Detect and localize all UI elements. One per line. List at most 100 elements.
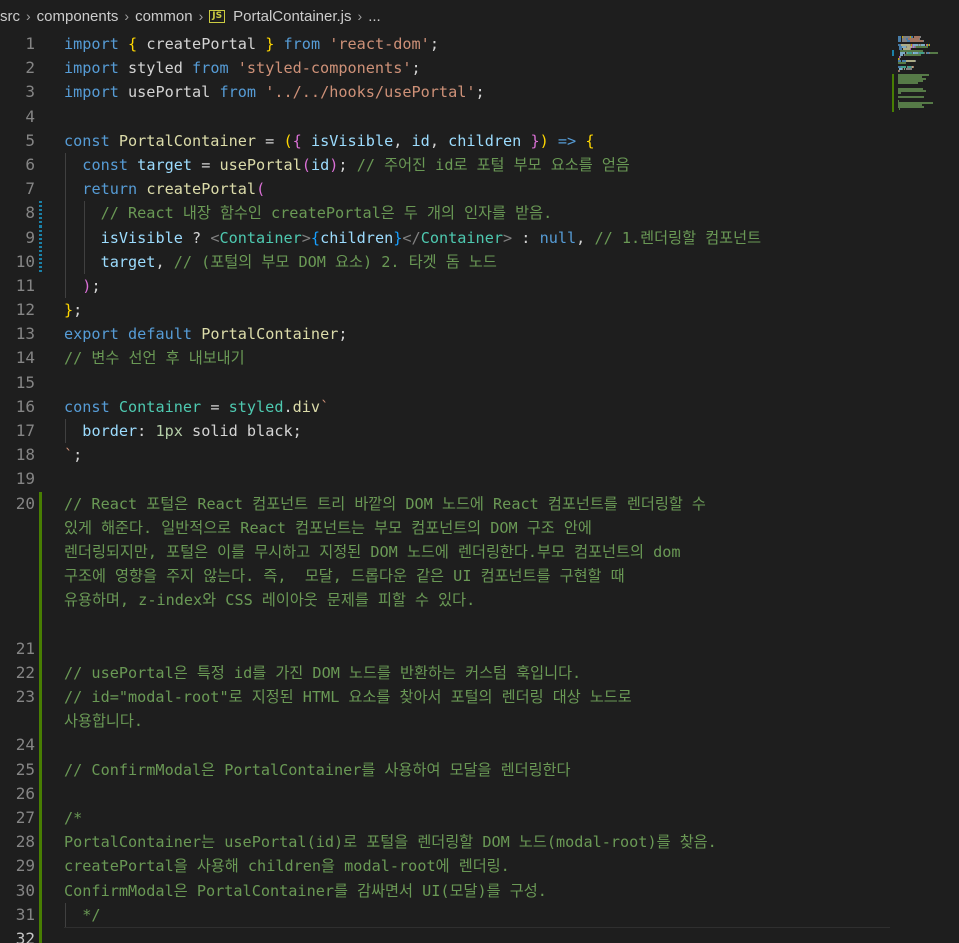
code-line[interactable]: 12};	[0, 298, 890, 322]
code-text: 사용합니다.	[64, 709, 143, 733]
diff-indicator-added[interactable]	[39, 612, 42, 637]
code-line[interactable]: 6 const target = usePortal(id); // 주어진 i…	[0, 152, 890, 178]
diff-indicator-added[interactable]	[39, 781, 42, 806]
code-line[interactable]: 18 `;	[0, 443, 890, 467]
code-token: target	[137, 155, 193, 174]
code-token: 사용합니다.	[64, 712, 144, 731]
code-line[interactable]: 29 createPortal을 사용해 children을 modal-root…	[0, 854, 890, 879]
code-token: from	[192, 59, 229, 78]
code-line[interactable]: 7 return createPortal(	[0, 177, 890, 202]
code-line[interactable]: 14 // 변수 선언 후 내보내기	[0, 346, 890, 370]
code-line[interactable]: 4	[0, 105, 890, 129]
code-token: // 변수 선언 후 내보내기	[64, 349, 245, 368]
breadcrumb: src › components › common › JS PortalCon…	[0, 0, 959, 32]
code-line[interactable]: 32	[0, 926, 890, 943]
code-line[interactable]: 5 const PortalContainer = ({ isVisible, i…	[0, 129, 890, 153]
diff-indicator-added[interactable]	[39, 564, 42, 589]
code-token: `	[64, 446, 74, 465]
code-text: isVisible ? <Container>{children}</Conta…	[64, 226, 762, 250]
code-editor[interactable]: 1 import { createPortal } from 'react-dom…	[0, 32, 890, 943]
breadcrumb-components[interactable]: components	[37, 8, 119, 25]
code-token: 유용하며, z-index와 CSS 레이아웃 문제를 피할 수 있다.	[64, 591, 476, 610]
diff-indicator-added[interactable]	[39, 806, 42, 831]
breadcrumb-symbols[interactable]: ...	[368, 8, 381, 25]
line-number: 10	[15, 251, 35, 271]
code-token: return	[82, 180, 138, 199]
code-line[interactable]: 26	[0, 781, 890, 806]
code-text: createPortal을 사용해 children을 modal-root에 …	[64, 854, 510, 878]
code-line[interactable]: 17 border: 1px solid black;	[0, 419, 890, 444]
code-line[interactable]: 24	[0, 733, 890, 758]
minimap-token	[899, 108, 901, 110]
code-line[interactable]: 사용합니다.	[0, 709, 890, 734]
code-line[interactable]: 1 import { createPortal } from 'react-dom…	[0, 32, 890, 56]
line-number: 19	[15, 469, 35, 489]
code-text: // usePortal은 특정 id를 가진 DOM 노드를 반환하는 커스텀…	[64, 661, 581, 685]
code-line[interactable]: 21	[0, 636, 890, 661]
diff-indicator-modified[interactable]	[39, 225, 42, 250]
code-line[interactable]: 2 import styled from 'styled-components';	[0, 56, 890, 80]
code-line[interactable]: 있게 해준다. 일반적으로 React 컴포넌트는 부모 컴포넌트의 DOM 구…	[0, 515, 890, 540]
code-line[interactable]: 25 // ConfirmModal은 PortalContainer를 사용하여…	[0, 757, 890, 782]
code-line[interactable]: 23 // id="modal-root"로 지정된 HTML 요소를 찾아서 포…	[0, 685, 890, 710]
code-line[interactable]: 15	[0, 371, 890, 395]
diff-indicator-modified[interactable]	[39, 249, 42, 274]
breadcrumb-src[interactable]: src	[0, 8, 20, 25]
diff-indicator-added[interactable]	[39, 902, 42, 927]
line-number: 4	[25, 106, 35, 126]
breadcrumb-common[interactable]: common	[135, 8, 193, 25]
diff-indicator-added[interactable]	[39, 926, 42, 943]
code-line[interactable]: 구조에 영향을 주지 않는다. 즉, 모달, 드롭다운 같은 UI 컴포넌트를 …	[0, 564, 890, 589]
code-line[interactable]: 31 */	[0, 902, 890, 927]
code-token: styled	[118, 59, 193, 78]
diff-indicator-modified[interactable]	[39, 201, 42, 226]
code-line[interactable]: 16 const Container = styled.div`	[0, 395, 890, 419]
breadcrumb-file[interactable]: PortalContainer.js	[233, 8, 351, 25]
minimap[interactable]	[890, 32, 959, 943]
code-line[interactable]: 28 PortalContainer는 usePortal(id)로 포털을 렌더…	[0, 830, 890, 855]
code-line[interactable]: 8 // React 내장 함수인 createPortal은 두 개의 인자를…	[0, 201, 890, 226]
diff-indicator-added[interactable]	[39, 588, 42, 613]
diff-indicator-added[interactable]	[39, 515, 42, 540]
diff-indicator-added[interactable]	[39, 733, 42, 758]
code-text: 구조에 영향을 주지 않는다. 즉, 모달, 드롭다운 같은 UI 컴포넌트를 …	[64, 564, 625, 588]
line-number: 27	[15, 808, 35, 827]
diff-indicator-added[interactable]	[39, 709, 42, 734]
code-token: default	[128, 325, 193, 344]
code-token: .	[283, 397, 293, 416]
chevron-right-icon: ›	[26, 8, 31, 24]
line-number: 30	[15, 880, 35, 900]
code-line[interactable]: 11 );	[0, 273, 890, 299]
code-text: import usePortal from '../../hooks/usePo…	[64, 80, 485, 104]
code-token: isVisible	[100, 228, 183, 247]
diff-indicator-added[interactable]	[39, 830, 42, 855]
code-line[interactable]: 19	[0, 467, 890, 491]
code-line[interactable]	[0, 612, 890, 637]
diff-indicator-added[interactable]	[39, 685, 42, 710]
diff-indicator-added[interactable]	[39, 491, 42, 516]
code-line[interactable]: 9 isVisible ? <Container>{children}</Con…	[0, 225, 890, 250]
code-token: createPortal	[146, 180, 257, 199]
code-line[interactable]: 13 export default PortalContainer;	[0, 322, 890, 346]
code-line[interactable]: 유용하며, z-index와 CSS 레이아웃 문제를 피할 수 있다.	[0, 588, 890, 613]
code-line[interactable]: 27 /*	[0, 806, 890, 831]
code-line[interactable]: 20 // React 포털은 React 컴포넌트 트리 바깥의 DOM 노드에…	[0, 491, 890, 516]
diff-indicator-added[interactable]	[39, 636, 42, 661]
code-token: '../../hooks/usePortal'	[265, 83, 476, 102]
code-token: import	[64, 59, 119, 78]
code-line[interactable]: 22 // usePortal은 특정 id를 가진 DOM 노드를 반환하는 커…	[0, 660, 890, 686]
diff-indicator-added[interactable]	[39, 878, 42, 903]
code-line[interactable]: 렌더링되지만, 포털은 이를 무시하고 지정된 DOM 노드에 렌더링한다.부모…	[0, 539, 890, 565]
diff-indicator-added[interactable]	[39, 660, 42, 686]
diff-indicator-added[interactable]	[39, 854, 42, 879]
code-token: ,	[155, 252, 174, 271]
diff-indicator-added[interactable]	[39, 757, 42, 782]
diff-indicator-added[interactable]	[39, 539, 42, 565]
code-line[interactable]: 10 target, // (포털의 부모 DOM 요소) 2. 타겟 돔 노드	[0, 249, 890, 274]
code-line[interactable]: 30 ConfirmModal은 PortalContainer를 감싸면서 UI…	[0, 878, 890, 903]
code-line[interactable]: 3 import usePortal from '../../hooks/useP…	[0, 80, 890, 104]
